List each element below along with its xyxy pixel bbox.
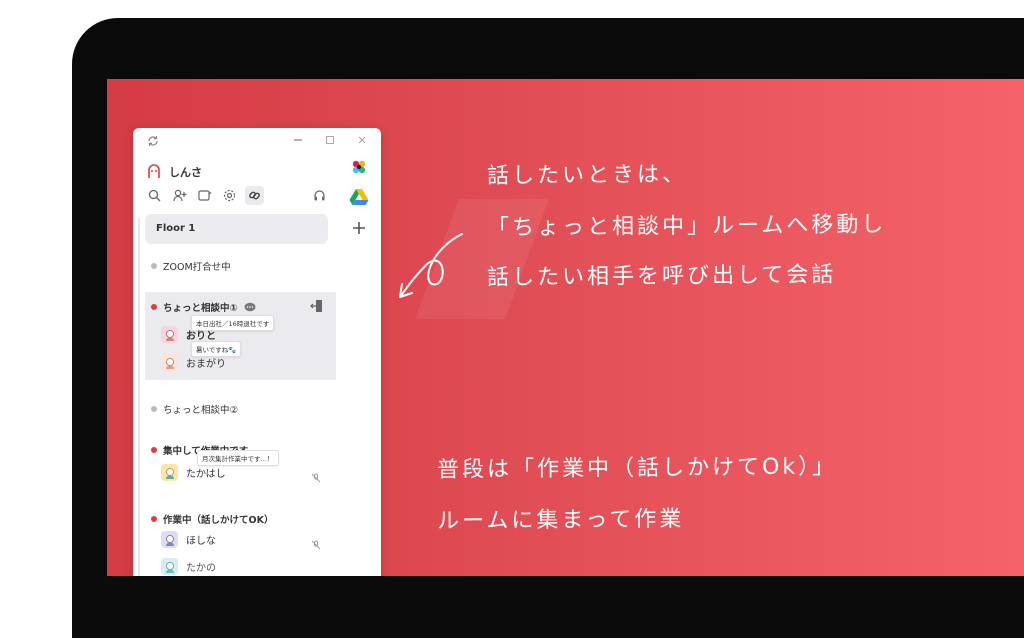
- room-name: ちょっと相談中①: [163, 303, 238, 314]
- room-consult-1[interactable]: ちょっと相談中①: [151, 300, 256, 314]
- mic-muted-icon: [311, 468, 321, 483]
- floor-label: Floor 1: [156, 223, 196, 234]
- scrollbar[interactable]: [138, 218, 140, 576]
- avatar: [161, 354, 178, 371]
- leave-room-icon[interactable]: [310, 298, 324, 317]
- add-user-icon[interactable]: [170, 186, 189, 205]
- room-status-dot: [151, 304, 157, 310]
- room-status-dot: [151, 406, 157, 412]
- annotation-top-line1: 話したいときは、: [486, 162, 688, 189]
- avatar: [161, 464, 178, 481]
- headset-icon[interactable]: [310, 186, 329, 205]
- room-name: 作業中（話しかけてOK）: [163, 515, 274, 526]
- annotation-top-line3: 話したい相手を呼び出して会話: [486, 262, 837, 291]
- room-status-dot: [151, 447, 157, 453]
- annotation-bottom-line1: 普段は「作業中（話しかけてOk）」: [436, 454, 838, 483]
- right-sidebar: [314, 158, 381, 576]
- room-consult-2[interactable]: ちょっと相談中②: [151, 402, 238, 416]
- annotation-top-line2: 「ちょっと相談中」ルームへ移動し: [486, 212, 887, 241]
- room-name: ちょっと相談中②: [163, 405, 239, 416]
- member-name: ほしな: [186, 536, 216, 547]
- app-window: しんさ Floor 1 ZOOM打合せ中 ちょっと相談中① 本日出社／16時退社…: [133, 128, 381, 576]
- member-takano[interactable]: たかの: [161, 558, 216, 575]
- toolbar: [145, 186, 264, 205]
- room-status-dot: [151, 263, 157, 269]
- add-integration-icon[interactable]: [349, 218, 369, 238]
- close-icon[interactable]: [357, 135, 367, 149]
- slack-logo-icon[interactable]: [349, 158, 369, 178]
- annotation-bottom-line2: ルームに集まって作業: [436, 506, 685, 535]
- link-icon[interactable]: [245, 186, 264, 205]
- search-icon[interactable]: [145, 186, 164, 205]
- avatar: [161, 558, 178, 575]
- maximize-icon[interactable]: [325, 135, 335, 149]
- room-working[interactable]: 作業中（話しかけてOK）: [151, 512, 273, 526]
- user-name: しんさ: [169, 166, 202, 179]
- user-avatar-icon: [148, 164, 160, 178]
- room-name: ZOOM打合せ中: [163, 262, 231, 273]
- member-hoshina[interactable]: ほしな: [161, 531, 216, 548]
- gear-icon[interactable]: [220, 186, 239, 205]
- google-drive-icon[interactable]: [349, 188, 369, 208]
- desktop-screen: しんさ Floor 1 ZOOM打合せ中 ちょっと相談中① 本日出社／16時退社…: [107, 79, 1024, 576]
- member-name: おまがり: [186, 359, 226, 370]
- swirl-arrow-icon: [399, 233, 463, 298]
- avatar: [161, 326, 178, 343]
- mic-muted-icon: [311, 535, 321, 550]
- member-name: たかはし: [186, 469, 226, 480]
- current-user[interactable]: しんさ: [147, 163, 202, 181]
- minimize-icon[interactable]: [293, 135, 303, 149]
- refresh-icon[interactable]: [147, 135, 159, 151]
- member-takahashi[interactable]: たかはし: [161, 464, 226, 481]
- avatar: [161, 531, 178, 548]
- title-bar: [133, 128, 381, 158]
- member-name: おりと: [186, 331, 216, 342]
- room-zoom[interactable]: ZOOM打合せ中: [151, 259, 231, 273]
- chat-icon[interactable]: [244, 302, 256, 312]
- member-omagari[interactable]: おまがり: [161, 354, 226, 371]
- member-name: たかの: [186, 563, 216, 574]
- floor-selector[interactable]: Floor 1: [145, 214, 328, 244]
- share-screen-icon[interactable]: [195, 186, 214, 205]
- room-status-dot: [151, 516, 157, 522]
